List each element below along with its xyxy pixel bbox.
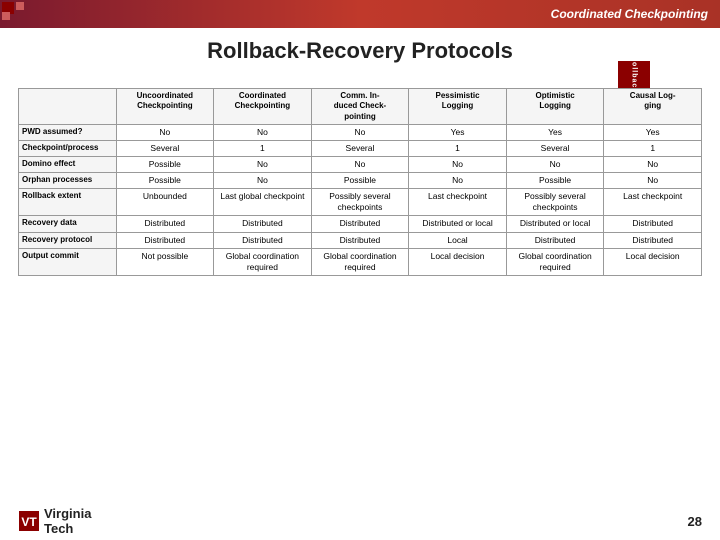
table-cell: No xyxy=(311,157,409,173)
table-cell: Last checkpoint xyxy=(604,189,702,216)
table-cell: Global coordination required xyxy=(311,248,409,275)
table-cell: 1 xyxy=(604,141,702,157)
table-cell: Several xyxy=(116,141,214,157)
row-label: Recovery data xyxy=(19,216,117,232)
table-row: PWD assumed?NoNoNoYesYesYes xyxy=(19,125,702,141)
table-cell: Distributed xyxy=(604,232,702,248)
table-cell: Possible xyxy=(116,157,214,173)
row-label: Checkpoint/process xyxy=(19,141,117,157)
comparison-table-container: UncoordinatedCheckpointing CoordinatedCh… xyxy=(18,88,702,500)
table-cell: Global coordination required xyxy=(506,248,604,275)
page-title: Rollback-Recovery Protocols Rollback xyxy=(0,30,720,70)
table-cell: Distributed xyxy=(116,216,214,232)
corner-decoration xyxy=(0,0,50,28)
row-label: Rollback extent xyxy=(19,189,117,216)
col-header-causal: Causal Log-ging xyxy=(604,89,702,125)
svg-text:VT: VT xyxy=(21,515,37,529)
table-cell: Distributed xyxy=(311,232,409,248)
table-cell: No xyxy=(506,157,604,173)
table-row: Recovery dataDistributedDistributedDistr… xyxy=(19,216,702,232)
table-cell: Last global checkpoint xyxy=(214,189,312,216)
col-header-optimistic: OptimisticLogging xyxy=(506,89,604,125)
table-cell: Last checkpoint xyxy=(409,189,507,216)
table-cell: Yes xyxy=(409,125,507,141)
table-row: Checkpoint/processSeveral1Several1Severa… xyxy=(19,141,702,157)
table-row: Output commitNot possibleGlobal coordina… xyxy=(19,248,702,275)
table-cell: Yes xyxy=(506,125,604,141)
table-cell: Possible xyxy=(116,173,214,189)
table-cell: No xyxy=(604,173,702,189)
row-label: Output commit xyxy=(19,248,117,275)
table-cell: 1 xyxy=(409,141,507,157)
table-cell: No xyxy=(116,125,214,141)
table-cell: Global coordination required xyxy=(214,248,312,275)
col-header-pessimistic: PessimisticLogging xyxy=(409,89,507,125)
table-row: Recovery protocolDistributedDistributedD… xyxy=(19,232,702,248)
table-cell: Not possible xyxy=(116,248,214,275)
table-cell: No xyxy=(409,173,507,189)
vt-logo-icon: VT xyxy=(18,510,40,532)
table-cell: No xyxy=(311,125,409,141)
col-header-coordinated: CoordinatedCheckpointing xyxy=(214,89,312,125)
footer: VT Virginia Tech 28 xyxy=(18,506,702,536)
row-label: Recovery protocol xyxy=(19,232,117,248)
comparison-table: UncoordinatedCheckpointing CoordinatedCh… xyxy=(18,88,702,276)
table-cell: Distributed xyxy=(116,232,214,248)
table-cell: Local xyxy=(409,232,507,248)
header-bar: Coordinated Checkpointing xyxy=(0,0,720,28)
table-cell: No xyxy=(214,173,312,189)
table-cell: Distributed xyxy=(311,216,409,232)
row-label: Domino effect xyxy=(19,157,117,173)
table-cell: Several xyxy=(506,141,604,157)
table-cell: Several xyxy=(311,141,409,157)
table-cell: No xyxy=(604,157,702,173)
vt-logo-subtext: Tech xyxy=(44,521,91,536)
table-cell: Local decision xyxy=(409,248,507,275)
row-label: PWD assumed? xyxy=(19,125,117,141)
table-cell: Distributed or local xyxy=(409,216,507,232)
table-cell: Possibly several checkpoints xyxy=(311,189,409,216)
table-cell: No xyxy=(214,125,312,141)
table-cell: 1 xyxy=(214,141,312,157)
table-cell: Local decision xyxy=(604,248,702,275)
col-header-label xyxy=(19,89,117,125)
table-row: Orphan processesPossibleNoPossibleNoPoss… xyxy=(19,173,702,189)
vt-logo-text: Virginia xyxy=(44,506,91,521)
col-header-uncoordinated: UncoordinatedCheckpointing xyxy=(116,89,214,125)
table-cell: Possible xyxy=(311,173,409,189)
table-cell: Possible xyxy=(506,173,604,189)
header-title: Coordinated Checkpointing xyxy=(551,7,708,21)
table-cell: Distributed or local xyxy=(506,216,604,232)
table-cell: No xyxy=(409,157,507,173)
rollback-badge-label: Rollback xyxy=(618,61,650,89)
table-cell: No xyxy=(214,157,312,173)
table-cell: Possibly several checkpoints xyxy=(506,189,604,216)
col-header-comm-induced: Comm. In-duced Check-pointing xyxy=(311,89,409,125)
vt-logo: VT Virginia Tech xyxy=(18,506,91,536)
table-cell: Distributed xyxy=(604,216,702,232)
table-cell: Distributed xyxy=(214,216,312,232)
table-row: Rollback extentUnboundedLast global chec… xyxy=(19,189,702,216)
page-number: 28 xyxy=(688,514,702,529)
table-cell: Distributed xyxy=(506,232,604,248)
row-label: Orphan processes xyxy=(19,173,117,189)
table-cell: Distributed xyxy=(214,232,312,248)
table-row: Domino effectPossibleNoNoNoNoNo xyxy=(19,157,702,173)
table-cell: Unbounded xyxy=(116,189,214,216)
table-cell: Yes xyxy=(604,125,702,141)
